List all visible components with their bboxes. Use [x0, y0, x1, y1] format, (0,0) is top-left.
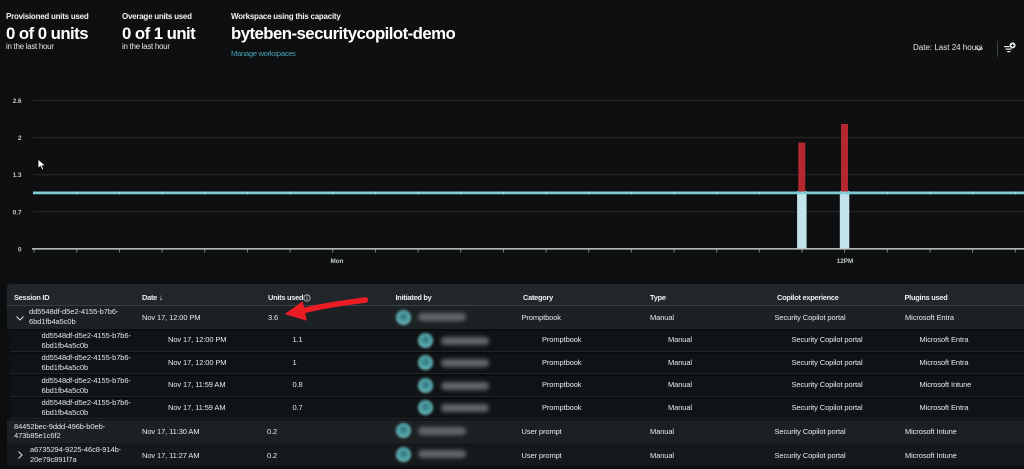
- svg-text:2.6: 2.6: [13, 98, 22, 105]
- svg-text:0: 0: [18, 246, 22, 253]
- svg-text:0.7: 0.7: [13, 209, 22, 216]
- svg-text:12PM: 12PM: [837, 258, 853, 265]
- svg-text:Mon: Mon: [331, 258, 344, 265]
- svg-text:1.3: 1.3: [13, 172, 22, 179]
- svg-text:2: 2: [18, 135, 22, 142]
